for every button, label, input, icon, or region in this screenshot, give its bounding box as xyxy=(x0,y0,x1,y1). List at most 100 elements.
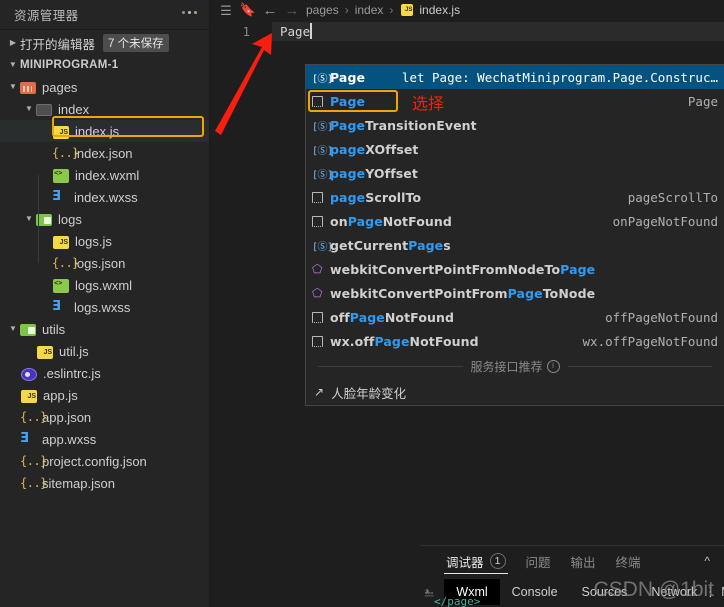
json-icon: {..} xyxy=(52,146,79,160)
panel-tab-terminal[interactable]: 终端 xyxy=(606,546,651,576)
tree-item-index-wxml[interactable]: index.wxml xyxy=(0,164,209,186)
tree-item-logs-wxss[interactable]: Ǝlogs.wxss xyxy=(0,296,209,318)
json-icon: {..} xyxy=(20,476,47,490)
info-circle-icon[interactable]: i xyxy=(546,359,560,373)
autocomplete-item-label: pageScrollTo xyxy=(330,189,422,205)
devtools-tab-sources[interactable]: Sources xyxy=(570,579,640,605)
project-root-row[interactable]: MINIPROGRAM-1 xyxy=(0,54,209,76)
tree-item-app-wxss[interactable]: Ǝapp.wxss xyxy=(0,428,209,450)
devtools-tab-network[interactable]: Network xyxy=(639,579,709,605)
back-arrow-icon[interactable]: ← xyxy=(262,2,278,18)
chevron-down-icon[interactable] xyxy=(22,105,36,113)
cube-icon: ⬠ xyxy=(312,286,323,300)
file-tree: pages index JSindex.js{..}index.jsonindex.… xyxy=(0,76,209,494)
autocomplete-item-label: onPageNotFound xyxy=(330,213,452,229)
current-line-highlight xyxy=(272,22,724,41)
reference-icon: [Ⓢ] xyxy=(312,121,333,133)
tree-item-label: logs xyxy=(58,211,82,227)
autocomplete-item[interactable]: wx.offPageNotFound wx.offPageNotFound xyxy=(306,329,724,353)
breadcrumb-separator: › xyxy=(344,3,349,17)
editor-area: ☰ 🔖 ← → pages › index › JS index.js 1 Pa… xyxy=(210,0,724,607)
tree-item-project-config-json[interactable]: {..} project.config.json xyxy=(0,450,209,472)
panel-tab-problems[interactable]: 问题 xyxy=(516,546,561,576)
autocomplete-item[interactable]: [Ⓢ] PageTransitionEvent xyxy=(306,113,724,137)
bookmark-icon[interactable]: 🔖 xyxy=(240,2,256,18)
tree-item-sitemap-json[interactable]: {..} sitemap.json xyxy=(0,472,209,494)
wxml-icon xyxy=(52,278,75,293)
service-recommendation-item[interactable]: ↗ 人脸年龄变化 xyxy=(306,379,724,405)
tree-item-logs-js[interactable]: JS logs.js xyxy=(0,230,209,252)
tree-item-logs-json[interactable]: {..} logs.json xyxy=(0,252,209,274)
tree-item-logs[interactable]: logs xyxy=(0,208,209,230)
js-icon: JS xyxy=(36,344,59,359)
tree-item-util-js[interactable]: JS util.js xyxy=(0,340,209,362)
js-icon: JS xyxy=(52,234,75,249)
chevron-down-icon[interactable] xyxy=(6,83,20,91)
kebab-menu-icon[interactable]: ⋮ xyxy=(704,584,718,600)
folder-green-icon xyxy=(36,212,58,226)
chevron-down-icon[interactable] xyxy=(6,61,20,69)
tree-item-label: index xyxy=(58,101,90,117)
tree-item-index-json[interactable]: {..} index.json xyxy=(0,142,209,164)
autocomplete-item[interactable]: Page Page 选择 xyxy=(306,89,724,113)
tree-item-logs-wxml[interactable]: logs.wxml xyxy=(0,274,209,296)
autocomplete-popup[interactable]: [Ⓢ] Page let Page: WechatMiniprogram.Page.… xyxy=(305,64,724,406)
json-icon: {..} xyxy=(20,410,47,424)
autocomplete-item-label: Page xyxy=(330,69,366,85)
autocomplete-item[interactable]: offPageNotFound offPageNotFound xyxy=(306,305,724,329)
autocomplete-item[interactable]: ⬠ webkitConvertPointFromPageToNode xyxy=(306,281,724,305)
autocomplete-item[interactable]: onPageNotFound onPageNotFound xyxy=(306,209,724,233)
autocomplete-item[interactable]: [Ⓢ] getCurrentPages xyxy=(306,233,724,257)
breadcrumb-item-index[interactable]: index xyxy=(355,3,384,17)
panel-tab-debugger[interactable]: 调试器 1 xyxy=(436,546,516,576)
js-icon: JS xyxy=(401,4,414,16)
devtools-tab-console[interactable]: Console xyxy=(500,579,570,605)
tree-item-label: logs.wxml xyxy=(75,277,133,293)
tree-item-label: logs.wxss xyxy=(74,299,131,315)
unsaved-badge: 7 个未保存 xyxy=(103,34,169,52)
tree-item-pages[interactable]: pages xyxy=(0,76,209,98)
tree-item-label: util.js xyxy=(59,343,89,359)
autocomplete-item-label: Page xyxy=(330,93,366,109)
reference-icon: [Ⓢ] xyxy=(312,169,333,181)
breadcrumb-item-pages[interactable]: pages xyxy=(306,3,339,17)
tree-item-app-js[interactable]: JS app.js xyxy=(0,384,209,406)
tree-item-label: logs.js xyxy=(75,233,112,249)
reference-icon: [Ⓢ] xyxy=(312,145,333,157)
service-recommendation-divider: 服务接口推荐 i xyxy=(306,353,724,379)
tree-item--eslintrc-js[interactable]: .eslintrc.js xyxy=(0,362,209,384)
inspect-cursor-icon[interactable]: ⎁ xyxy=(424,581,434,603)
tree-item-app-json[interactable]: {..} app.json xyxy=(0,406,209,428)
tree-item-label: logs.json xyxy=(74,255,126,271)
chevron-down-icon[interactable] xyxy=(22,215,36,223)
code-tail-text: </page> xyxy=(434,595,481,607)
tree-item-index[interactable]: index xyxy=(0,98,209,120)
outline-list-icon[interactable]: ☰ xyxy=(218,2,234,18)
tree-item-utils[interactable]: utils xyxy=(0,318,209,340)
autocomplete-item[interactable]: [Ⓢ] pageYOffset xyxy=(306,161,724,185)
app-root: 资源管理器 打开的编辑器 7 个未保存 MINIPROGRAM-1 pages i… xyxy=(0,0,724,607)
tree-item-index-wxss[interactable]: Ǝindex.wxss xyxy=(0,186,209,208)
project-root-label: MINIPROGRAM-1 xyxy=(20,59,119,71)
snippet-box-icon xyxy=(312,191,330,203)
autocomplete-item[interactable]: [Ⓢ] Page let Page: WechatMiniprogram.Page.… xyxy=(306,65,724,89)
breadcrumb: ☰ 🔖 ← → pages › index › JS index.js xyxy=(210,0,724,20)
wxss-icon: Ǝ xyxy=(20,431,29,446)
open-editors-row[interactable]: 打开的编辑器 7 个未保存 xyxy=(0,32,209,54)
chevron-down-icon[interactable] xyxy=(6,325,20,333)
autocomplete-item[interactable]: ⬠ webkitConvertPointFromNodeToPage xyxy=(306,257,724,281)
autocomplete-item-label: pageYOffset xyxy=(330,165,418,181)
code-editor[interactable]: 1 Page [Ⓢ] Page let Page: WechatMiniprogra… xyxy=(210,20,724,545)
panel-tab-label: 问题 xyxy=(525,555,551,570)
panel-tab-output[interactable]: 输出 xyxy=(561,546,606,576)
autocomplete-item[interactable]: [Ⓢ] pageXOffset xyxy=(306,137,724,161)
breadcrumb-item-file[interactable]: index.js xyxy=(419,3,460,17)
ellipsis-icon[interactable] xyxy=(182,11,197,17)
autocomplete-item[interactable]: pageScrollTo pageScrollTo xyxy=(306,185,724,209)
code-line-text: Page xyxy=(280,24,311,39)
forward-arrow-icon[interactable]: → xyxy=(284,2,300,18)
chevron-right-icon[interactable] xyxy=(6,39,20,47)
tree-item-index-js[interactable]: JS index.js xyxy=(0,120,209,142)
chevron-up-icon[interactable]: ^ xyxy=(704,554,710,568)
autocomplete-item-detail: let Page: WechatMiniprogram.Page.Constru… xyxy=(401,69,718,85)
